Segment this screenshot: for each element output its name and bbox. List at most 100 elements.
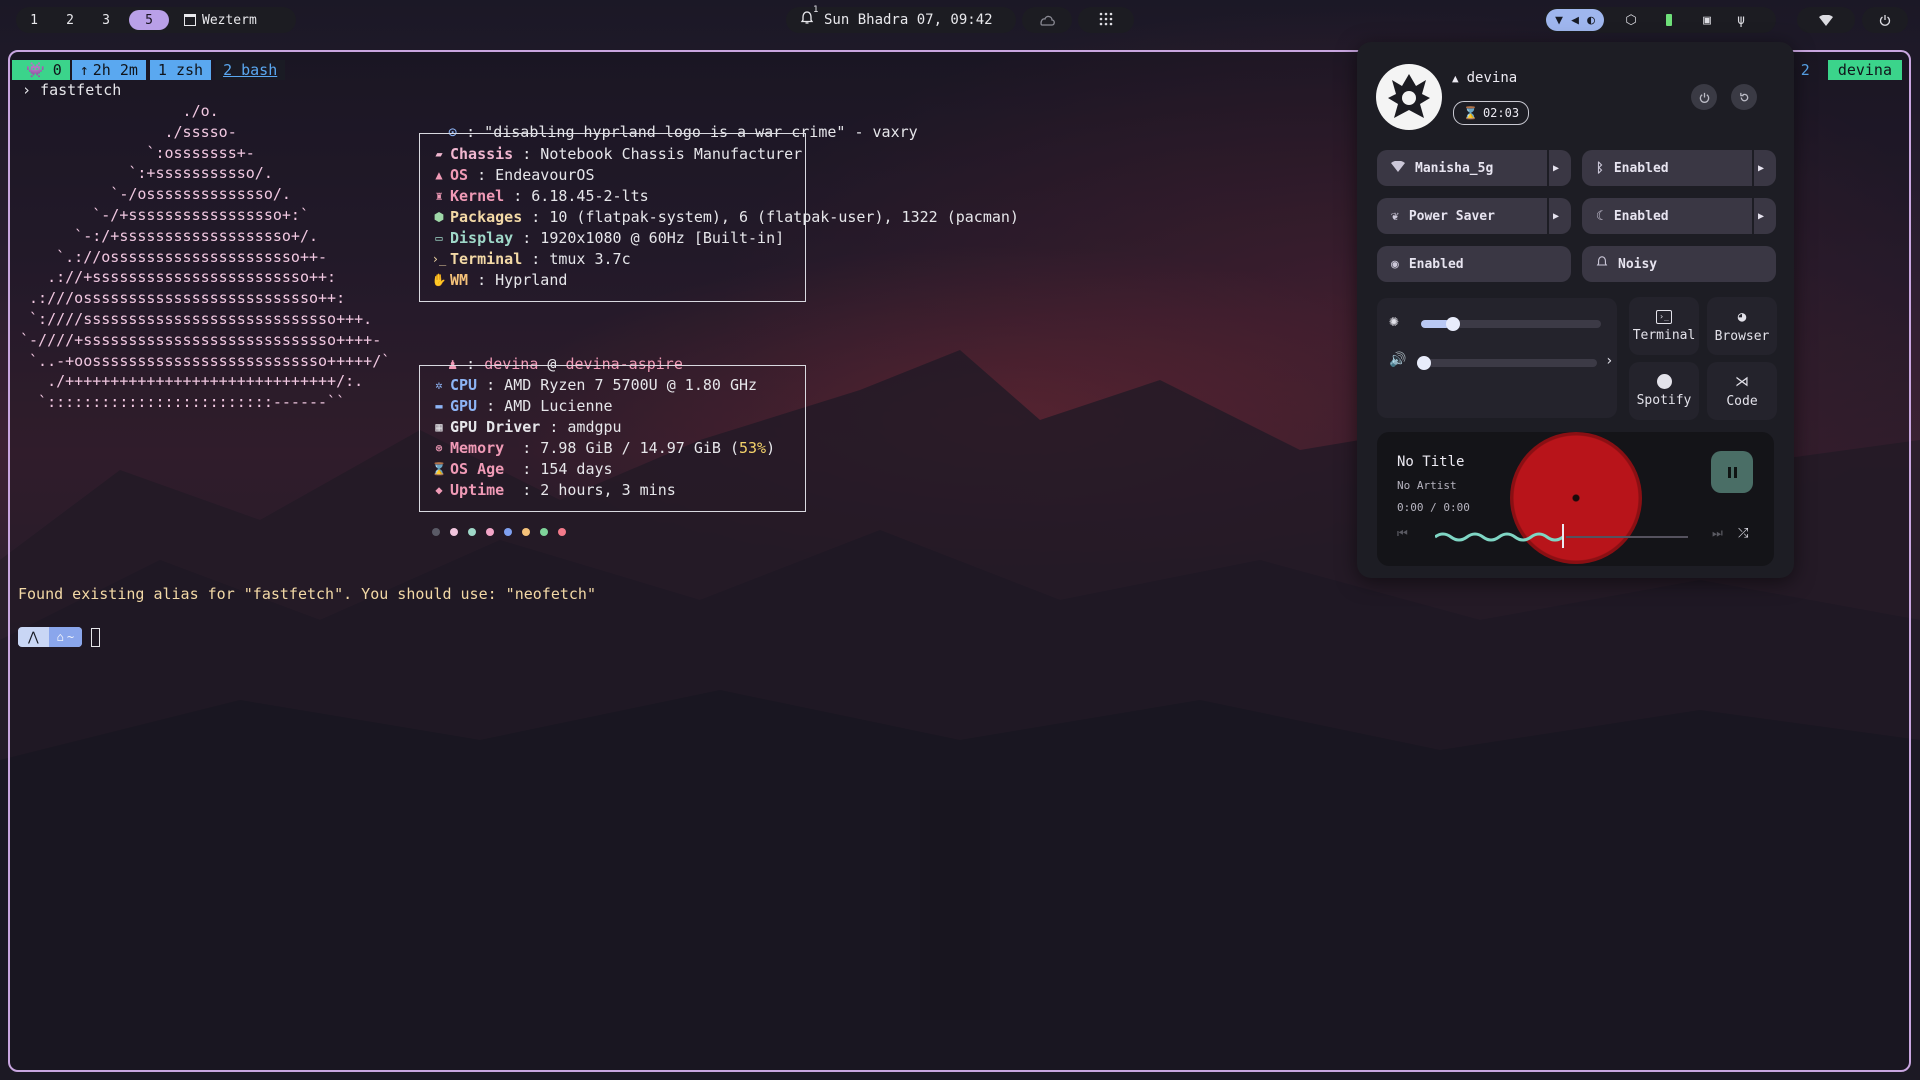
terminal-app-button[interactable]: ›_ Terminal: [1629, 297, 1699, 355]
workspace-2-button[interactable]: 2: [57, 10, 83, 30]
quick-status-pill[interactable]: ▼ ◀ ◐: [1546, 9, 1604, 31]
volume-knob[interactable]: [1417, 356, 1431, 370]
ascii-logo-line: ./++++++++++++++++++++++++++++++/:.: [20, 372, 364, 391]
info-value: : 1920x1080 @ 60Hz [Built-in]: [513, 228, 785, 247]
info-value: : amdgpu: [540, 417, 622, 436]
info-key: Uptime: [450, 480, 505, 499]
power-button[interactable]: [1691, 84, 1717, 110]
wifi-toggle[interactable]: Manisha_5g ▶: [1377, 150, 1571, 186]
session-uptime-text: 02:03: [1482, 106, 1520, 120]
play-pause-button[interactable]: [1711, 451, 1753, 493]
kernel-icon: ♜: [435, 188, 443, 203]
ascii-logo-line: `:////ssssssssssssssssssssssssssso+++.: [20, 309, 373, 328]
terminal-app-label: Terminal: [1632, 327, 1696, 343]
weather-pill[interactable]: [1022, 7, 1072, 33]
tmux-status-bar: 👾 0 ↑ 2h 2m 1 zsh 2 bash: [12, 60, 286, 80]
info-key: GPU Driver: [450, 417, 541, 436]
os-icon: ▲: [435, 167, 443, 182]
files-tray-icon[interactable]: ▣: [1696, 10, 1718, 30]
volume-slider[interactable]: [1421, 359, 1597, 367]
battery-icon[interactable]: [1666, 14, 1672, 26]
network-pill[interactable]: [1797, 7, 1855, 33]
notification-mode-toggle[interactable]: Noisy: [1582, 246, 1776, 282]
avatar-image: [1388, 74, 1430, 118]
info-row-packages: ⬢ Packages : 10 (flatpak-system), 6 (flat…: [432, 206, 1019, 227]
shuffle-icon[interactable]: ⤮: [1738, 526, 1748, 541]
idle-inhibit-toggle[interactable]: ◉ Enabled: [1377, 246, 1571, 282]
workspace-3-button[interactable]: 3: [93, 10, 119, 30]
tmux-window-zsh[interactable]: 1 zsh: [149, 60, 212, 80]
prompt-badge: ⋀ ⌂ ~: [18, 627, 83, 647]
app-launcher-pill[interactable]: [1078, 7, 1134, 33]
display-icon: ▭: [435, 230, 443, 245]
info-row-kernel: ♜ Kernel : 6.18.45-2-lts: [432, 185, 1019, 206]
shell-prompt: ⋀ ⌂ ~: [18, 627, 101, 647]
info-key: GPU: [450, 396, 478, 415]
browser-icon: ◕: [1737, 308, 1747, 325]
info-value: : 6.18.45-2-lts: [504, 186, 649, 205]
tmux-session-index: 0: [52, 61, 62, 79]
tmux-right-user: devina: [1827, 60, 1902, 80]
workspace-5-button[interactable]: 5: [129, 10, 169, 30]
mountain-icon: ▲: [1452, 71, 1459, 85]
window-icon: [184, 14, 196, 26]
os-age-icon: ⌛: [431, 461, 447, 476]
memory-percent: 53%: [739, 438, 767, 457]
tmux-window-bash[interactable]: 2 bash: [215, 60, 286, 80]
bluetooth-icon: ᛒ: [1596, 160, 1604, 176]
panel-username: ▲ devina: [1452, 70, 1517, 86]
info-key: CPU: [450, 375, 478, 394]
progress-wave[interactable]: [1435, 529, 1565, 545]
info-row-display: ▭ Display : 1920x1080 @ 60Hz [Built-in]: [432, 227, 1019, 248]
avatar[interactable]: [1376, 64, 1442, 130]
previous-track-icon[interactable]: ⏮: [1397, 526, 1408, 541]
workspace-1-button[interactable]: 1: [21, 10, 47, 30]
active-window-title[interactable]: Wezterm: [184, 13, 257, 28]
notification-count: 1: [813, 5, 819, 15]
ascii-logo-line: `.://osssssssssssssssssssso++-: [20, 247, 328, 266]
power-profile-toggle[interactable]: ❦ Power Saver ▶: [1377, 198, 1571, 234]
spotify-app-button[interactable]: Spotify: [1629, 362, 1699, 420]
info-row-os-age: ⌛ OS Age : 154 days: [432, 458, 775, 479]
tmux-window-bash-label: 2 bash: [223, 61, 278, 79]
code-app-button[interactable]: ⋊ Code: [1707, 362, 1777, 420]
power-pill[interactable]: [1862, 7, 1908, 33]
night-light-expand-arrow-icon[interactable]: ▶: [1754, 198, 1768, 234]
browser-app-button[interactable]: ◕ Browser: [1707, 297, 1777, 355]
progress-handle[interactable]: [1562, 524, 1564, 548]
leaf-icon: ❦: [1391, 208, 1399, 224]
power-profile-expand-arrow-icon[interactable]: ▶: [1549, 198, 1563, 234]
bluetooth-expand-arrow-icon[interactable]: ▶: [1754, 150, 1768, 186]
night-light-icon: ☾: [1596, 208, 1604, 224]
info-box-bottom: [419, 301, 806, 302]
wifi-status-icon: ▼: [1555, 12, 1563, 28]
idle-inhibit-label: Enabled: [1408, 256, 1464, 272]
restart-button[interactable]: [1731, 84, 1757, 110]
palette-swatch: [558, 528, 566, 536]
palette-swatch: [504, 528, 512, 536]
app-grid-icon: [1099, 11, 1113, 30]
wifi-expand-arrow-icon[interactable]: ▶: [1549, 150, 1563, 186]
sliders-card: ✺ 🔊 ›: [1377, 298, 1617, 418]
clock-pill[interactable]: 1 Sun Bhadra 07, 09:42: [786, 5, 1016, 33]
ascii-logo-line: `-/+sssssssssssssssso+:`: [20, 205, 309, 224]
spotify-app-label: Spotify: [1636, 393, 1692, 408]
palette-swatch: [468, 528, 476, 536]
usb-tray-icon[interactable]: ψ: [1730, 10, 1752, 30]
night-light-toggle[interactable]: ☾ Enabled ▶: [1582, 198, 1776, 234]
info-key: Terminal: [450, 249, 523, 268]
notification-mode-label: Noisy: [1618, 256, 1658, 272]
volume-expand-chevron-icon[interactable]: ›: [1605, 353, 1613, 369]
tmux-session-segment: 👾 0: [12, 60, 70, 80]
brightness-knob[interactable]: [1445, 317, 1460, 331]
bluetooth-toggle[interactable]: ᛒ Enabled ▶: [1582, 150, 1776, 186]
top-bar: 1 2 3 5 Wezterm 1 Sun Bhadra 07, 09:42 ▼…: [0, 0, 1920, 40]
browser-app-label: Browser: [1714, 328, 1770, 344]
brightness-icon: ✺: [1389, 310, 1399, 330]
tmux-uptime-text: 2h 2m: [92, 61, 138, 79]
next-track-icon[interactable]: ⏭: [1712, 526, 1723, 541]
ascii-logo-line: `:::::::::::::::::::::::::------``: [20, 393, 346, 412]
package-tray-icon[interactable]: ⬡: [1620, 10, 1642, 30]
info-row-gpu: ▬ GPU : AMD Lucienne: [432, 395, 775, 416]
cursor[interactable]: [91, 627, 101, 647]
